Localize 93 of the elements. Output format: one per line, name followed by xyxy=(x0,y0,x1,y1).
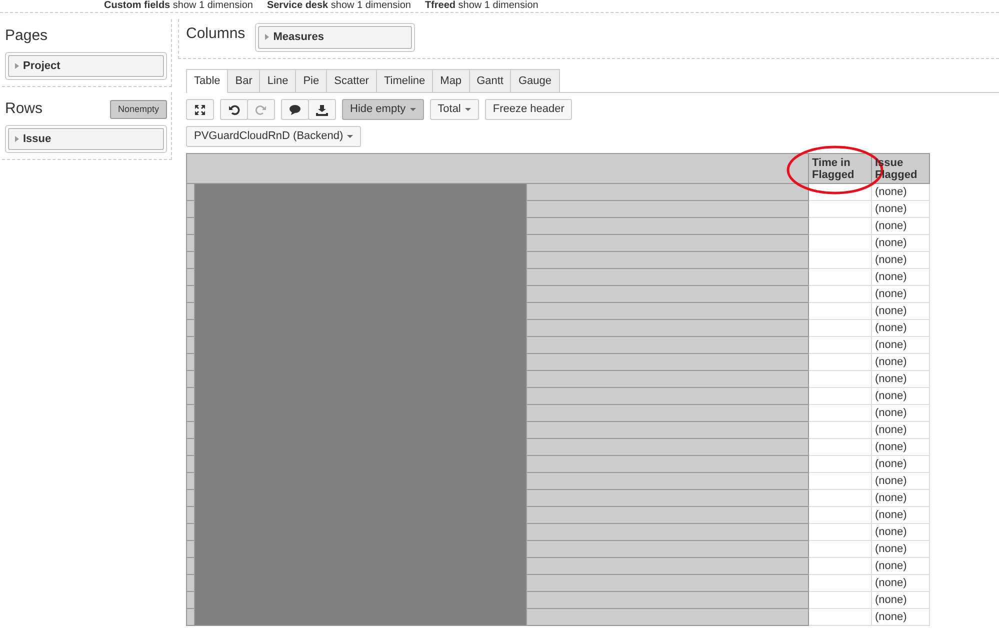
undo-button[interactable] xyxy=(220,99,248,120)
freeze-header-button[interactable]: Freeze header xyxy=(484,99,572,120)
view-tab[interactable]: Line xyxy=(259,68,296,92)
table-cell xyxy=(808,506,872,524)
caret-icon xyxy=(464,108,471,111)
table-cell: (none) xyxy=(872,506,930,524)
expand-triangle-icon xyxy=(15,62,19,69)
view-tab[interactable]: Map xyxy=(432,68,470,92)
table-cell: (none) xyxy=(872,336,930,354)
table-cell xyxy=(808,268,872,286)
table-cell: (none) xyxy=(872,234,930,252)
view-tab[interactable]: Gantt xyxy=(468,68,512,92)
table-cell: (none) xyxy=(872,438,930,456)
table-cell: (none) xyxy=(872,388,930,404)
dimension-group-label: Custom fields xyxy=(104,0,170,11)
table-cell xyxy=(808,252,872,268)
caret-icon xyxy=(410,108,416,111)
table-cell xyxy=(808,456,872,472)
dropdown-button[interactable]: Hide empty xyxy=(342,99,424,120)
table-cell xyxy=(808,558,872,574)
table-cell: (none) xyxy=(872,268,930,286)
table-cell: (none) xyxy=(872,472,930,490)
view-tab[interactable]: Table xyxy=(186,68,228,93)
table-cell xyxy=(808,234,872,252)
redo-icon xyxy=(255,104,267,116)
undo-icon xyxy=(228,104,240,116)
dimension-chip[interactable]: Project xyxy=(8,54,164,77)
table-cell: (none) xyxy=(872,302,930,320)
table-cell: (none) xyxy=(872,456,930,472)
panel-title: Pages xyxy=(5,26,49,46)
table-cell: (none) xyxy=(872,354,930,370)
table-cell xyxy=(808,592,872,608)
table-cell xyxy=(808,438,872,456)
table-cell: (none) xyxy=(872,218,930,234)
table-cell xyxy=(808,370,872,388)
table-cell xyxy=(808,524,872,540)
view-tab[interactable]: Scatter xyxy=(326,68,377,92)
expand-triangle-icon xyxy=(15,136,19,142)
show-dimension-link[interactable]: show 1 dimension xyxy=(172,0,253,11)
speech-bubble-button[interactable] xyxy=(281,99,309,120)
table-cell: (none) xyxy=(872,320,930,336)
table-cell: (none) xyxy=(872,558,930,574)
download-icon xyxy=(316,104,328,116)
table-cell xyxy=(808,286,872,302)
table-cell: (none) xyxy=(872,540,930,558)
table-cell xyxy=(808,574,872,592)
dimension-group-label: Tfreed xyxy=(424,0,456,11)
dropdown-button[interactable]: Total xyxy=(430,99,479,120)
dimension-chip[interactable]: Issue xyxy=(8,128,164,150)
show-dimension-link[interactable]: show 1 dimension xyxy=(458,0,538,11)
table-cell: (none) xyxy=(872,286,930,302)
table-cell: (none) xyxy=(872,524,930,540)
view-tab[interactable]: Timeline xyxy=(376,68,434,92)
table-cell: (none) xyxy=(872,490,930,506)
table-cell xyxy=(808,200,872,218)
table-cell xyxy=(808,608,872,626)
table-cell xyxy=(808,472,872,490)
show-dimension-link[interactable]: show 1 dimension xyxy=(330,0,411,11)
table-cell: (none) xyxy=(872,404,930,422)
table-cell xyxy=(808,354,872,370)
cube-select-button[interactable]: PVGuardCloudRnD (Backend) xyxy=(186,126,362,147)
table-cell xyxy=(808,490,872,506)
caret-icon xyxy=(347,135,354,138)
view-tab[interactable]: Bar xyxy=(227,68,260,92)
table-cell: (none) xyxy=(872,574,930,592)
fullscreen-icon xyxy=(194,104,206,116)
fullscreen-button[interactable] xyxy=(186,99,214,120)
table-cell: (none) xyxy=(872,608,930,626)
expand-triangle-icon xyxy=(265,34,270,40)
table-cell: (none) xyxy=(872,200,930,218)
view-tab[interactable]: Gauge xyxy=(510,68,560,92)
panel-title: Rows xyxy=(5,99,43,119)
download-button[interactable] xyxy=(308,99,336,120)
table-cell: (none) xyxy=(872,370,930,388)
nonempty-button[interactable]: Nonempty xyxy=(110,100,167,119)
dimension-group-label: Service desk xyxy=(266,0,328,11)
speech-bubble-icon xyxy=(289,104,301,116)
table-cell xyxy=(808,388,872,404)
table-cell: (none) xyxy=(872,422,930,438)
table-cell: (none) xyxy=(872,592,930,608)
table-cell xyxy=(808,336,872,354)
table-cell xyxy=(808,320,872,336)
panel-title: Columns xyxy=(186,24,246,44)
table-cell: (none) xyxy=(872,184,930,200)
table-cell xyxy=(808,404,872,422)
table-cell xyxy=(808,218,872,234)
table-cell: (none) xyxy=(872,252,930,268)
table-cell xyxy=(808,540,872,558)
dimension-chip[interactable]: Measures xyxy=(258,26,412,48)
column-header-text: Time in Flagged xyxy=(812,157,854,181)
table-cell xyxy=(808,302,872,320)
table-cell xyxy=(808,422,872,438)
view-tab[interactable]: Pie xyxy=(295,68,328,92)
